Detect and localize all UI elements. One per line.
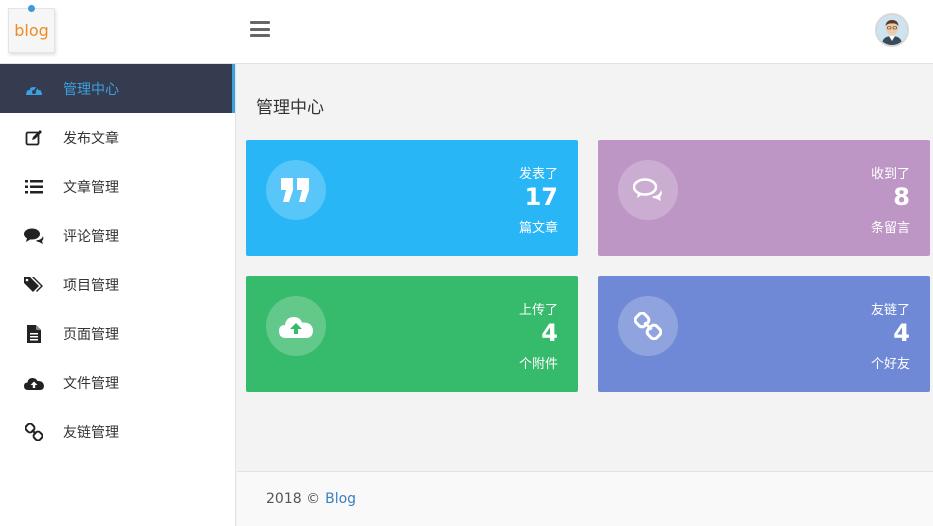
sidebar-item-page-management[interactable]: 页面管理 xyxy=(0,309,235,358)
sidebar-item-publish-article[interactable]: 发布文章 xyxy=(0,113,235,162)
quote-icon xyxy=(266,160,326,220)
sidebar-item-file-management[interactable]: 文件管理 xyxy=(0,358,235,407)
card-count: 4 xyxy=(541,319,558,347)
list-icon xyxy=(24,178,44,196)
user-avatar-icon xyxy=(877,15,907,45)
hamburger-icon xyxy=(250,21,270,24)
comments-icon xyxy=(618,160,678,220)
card-label-top: 收到了 xyxy=(870,167,910,182)
stat-card-articles[interactable]: 发表了 17 篇文章 xyxy=(246,140,578,256)
footer-blog-link[interactable]: Blog xyxy=(325,491,356,507)
sidebar-item-article-management[interactable]: 文章管理 xyxy=(0,162,235,211)
card-count: 8 xyxy=(893,183,910,211)
sidebar-item-label: 管理中心 xyxy=(63,81,119,98)
sidebar-item-label: 页面管理 xyxy=(63,326,119,343)
file-icon xyxy=(24,324,44,343)
logo-text: blog xyxy=(14,21,49,40)
card-label-bottom: 篇文章 xyxy=(518,221,558,236)
sidebar-item-label: 文件管理 xyxy=(63,375,119,392)
stat-card-attachments[interactable]: 上传了 4 个附件 xyxy=(246,276,578,392)
edit-icon xyxy=(24,129,44,147)
dashboard-icon xyxy=(24,80,44,98)
sidebar-item-label: 文章管理 xyxy=(63,179,119,196)
link-icon xyxy=(24,422,44,441)
sidebar-item-link-management[interactable]: 友链管理 xyxy=(0,407,235,456)
sidebar-item-comment-management[interactable]: 评论管理 xyxy=(0,211,235,260)
stat-card-links[interactable]: 友链了 4 个好友 xyxy=(598,276,930,392)
card-label-bottom: 条留言 xyxy=(870,221,910,236)
sidebar-item-label: 项目管理 xyxy=(63,277,119,294)
sidebar-item-dashboard[interactable]: 管理中心 xyxy=(0,64,235,113)
tags-icon xyxy=(24,276,44,294)
footer-copyright: 2018 © xyxy=(266,491,321,507)
sidebar-item-label: 发布文章 xyxy=(63,130,119,147)
comments-icon xyxy=(24,227,44,245)
logo[interactable]: blog xyxy=(8,5,55,53)
cloud-upload-icon xyxy=(24,374,44,392)
page-title: 管理中心 xyxy=(256,98,324,118)
stat-card-comments[interactable]: 收到了 8 条留言 xyxy=(598,140,930,256)
sidebar-item-label: 友链管理 xyxy=(63,424,119,441)
footer: 2018 © Blog xyxy=(237,471,933,526)
card-count: 17 xyxy=(524,183,558,211)
link-icon xyxy=(618,296,678,356)
top-bar: blog xyxy=(0,0,933,64)
card-label-top: 友链了 xyxy=(870,303,910,318)
cloud-upload-icon xyxy=(266,296,326,356)
card-label-top: 上传了 xyxy=(518,303,558,318)
menu-toggle-button[interactable] xyxy=(250,21,270,37)
card-label-top: 发表了 xyxy=(518,167,558,182)
avatar[interactable] xyxy=(875,13,909,47)
pin-icon xyxy=(28,5,35,12)
sidebar-item-project-management[interactable]: 项目管理 xyxy=(0,260,235,309)
card-label-bottom: 个好友 xyxy=(870,357,910,372)
sidebar-item-label: 评论管理 xyxy=(63,228,119,245)
card-label-bottom: 个附件 xyxy=(518,357,558,372)
sidebar: 管理中心 发布文章 文章管理 评论管理 项目管理 页面管理 文件管理 友链管理 xyxy=(0,64,236,526)
card-count: 4 xyxy=(893,319,910,347)
